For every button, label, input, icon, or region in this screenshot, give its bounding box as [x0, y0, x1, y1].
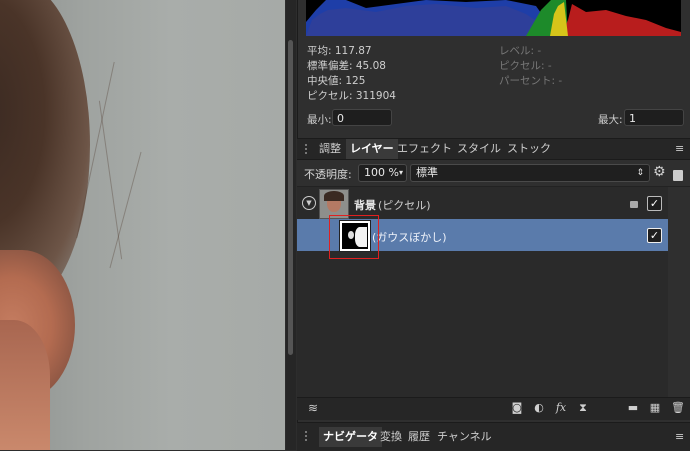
blend-mode-value: 標準 — [416, 166, 438, 179]
layer-type: (ピクセル) — [378, 199, 431, 212]
stat-level: レベル: - — [499, 45, 542, 57]
panel-grip-icon[interactable] — [305, 431, 313, 441]
tab-effects[interactable]: エフェクト — [397, 139, 452, 159]
blend-mode-select[interactable]: 標準 ⇕ — [410, 164, 650, 182]
layer-name: 背景 — [354, 199, 376, 212]
visibility-checkbox[interactable]: ✓ — [647, 196, 662, 211]
pixel-layer-icon[interactable]: ▦ — [649, 402, 661, 414]
stat-percent: パーセント: - — [499, 75, 563, 87]
filter-layer-name: (ガウスぼかし) — [372, 231, 447, 244]
dropdown-arrow-icon: ▾ — [398, 168, 403, 177]
navigator-tabbar: ナビゲータ 変換 履歴 チャンネル ≡ — [297, 422, 690, 451]
layers-tabbar: 調整 レイヤー エフェクト スタイル ストック ≡ — [297, 138, 690, 160]
max-field[interactable]: 1 — [624, 109, 684, 126]
tab-channels[interactable]: チャンネル — [437, 427, 492, 447]
layers-scrollbar[interactable] — [669, 187, 690, 397]
gear-icon[interactable]: ⚙ — [653, 164, 666, 180]
opacity-row: 不透明度: 100 % ▾ 標準 ⇕ ⚙ — [297, 160, 690, 187]
stat-stddev: 標準偏差: 45.08 — [307, 60, 386, 72]
mask-icon[interactable]: ◙ — [511, 402, 523, 414]
canvas-scroll-thumb[interactable] — [288, 40, 293, 355]
stepper-icon: ⇕ — [636, 168, 644, 178]
layers-stack-icon[interactable]: ≋ — [307, 402, 319, 414]
stat-pixels: ピクセル: 311904 — [307, 90, 396, 102]
tab-adjustments[interactable]: 調整 — [319, 139, 341, 159]
histogram-red — [561, 4, 681, 36]
tab-navigator[interactable]: ナビゲータ — [319, 427, 382, 447]
panel-menu-icon[interactable]: ≡ — [675, 430, 684, 443]
live-filter-icon[interactable]: ⧗ — [577, 402, 589, 414]
min-field[interactable]: 0 — [332, 109, 392, 126]
histogram-stats: 平均: 117.87 標準偏差: 45.08 中央値: 125 ピクセル: 31… — [307, 44, 396, 104]
tab-transform[interactable]: 変換 — [380, 427, 402, 447]
histogram-stats-secondary: レベル: - ピクセル: - パーセント: - — [499, 44, 562, 89]
max-label: 最大: — [598, 114, 623, 126]
opacity-select[interactable]: 100 % ▾ — [358, 164, 407, 182]
trash-icon[interactable]: 🗑 — [671, 402, 685, 414]
panel-menu-icon[interactable]: ≡ — [675, 142, 684, 155]
panel-grip-icon[interactable] — [305, 144, 313, 154]
layer-row-background[interactable]: ▼ 背景 (ピクセル) ✓ — [297, 188, 668, 219]
fx-icon[interactable]: fx — [555, 402, 567, 414]
layers-toolbar: ≋ ◙ ◐ fx ⧗ ▬ ▦ 🗑 — [297, 397, 690, 420]
min-label: 最小: — [307, 114, 332, 126]
histogram — [306, 0, 681, 36]
opacity-value: 100 % — [364, 166, 399, 179]
lock-icon[interactable] — [673, 170, 683, 181]
stat-pixel-count: ピクセル: - — [499, 60, 552, 72]
tab-layers[interactable]: レイヤー — [346, 139, 398, 159]
tab-styles[interactable]: スタイル — [457, 139, 501, 159]
opacity-label: 不透明度: — [304, 168, 352, 181]
expand-icon[interactable]: ▼ — [302, 196, 316, 210]
image-canvas[interactable] — [0, 0, 285, 450]
tab-history[interactable]: 履歴 — [408, 427, 430, 447]
layer-lock-icon[interactable] — [630, 201, 638, 208]
visibility-checkbox[interactable]: ✓ — [647, 228, 662, 243]
highlight-box — [329, 215, 379, 259]
folder-icon[interactable]: ▬ — [627, 402, 639, 414]
stat-median: 中央値: 125 — [307, 75, 366, 87]
stat-mean: 平均: 117.87 — [307, 45, 372, 57]
tab-stock[interactable]: ストック — [507, 139, 551, 159]
adjustment-icon[interactable]: ◐ — [533, 402, 545, 414]
